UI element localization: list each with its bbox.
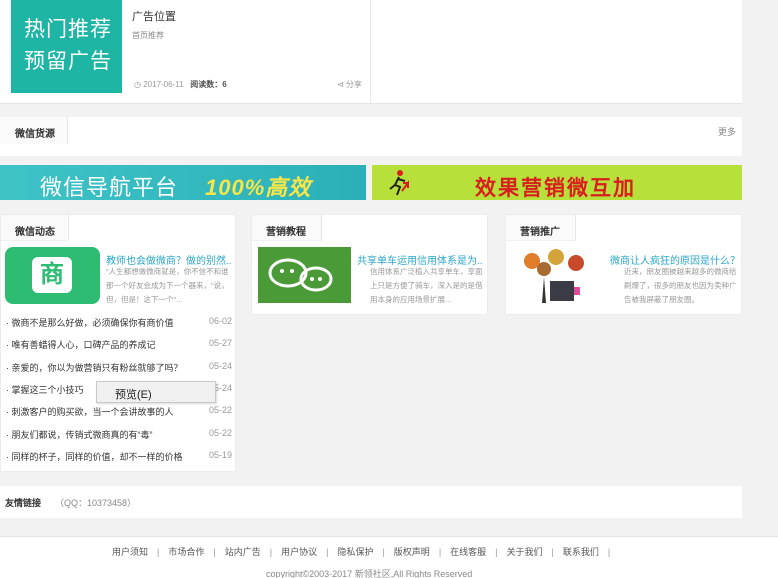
promo-image[interactable]: 热门推荐 预留广告 <box>11 0 122 93</box>
footer-link[interactable]: 用户协议 <box>281 547 317 557</box>
tree-thumbnail[interactable] <box>512 247 600 303</box>
list-item[interactable]: · 唯有善蜡得人心，口碑产品的养成记 05-27 <box>6 338 232 358</box>
promo-image-line2: 预留广告 <box>24 50 112 73</box>
column-wechat-dynamics: 微信动态 商 教师也会做微商？做的别然... "人生都想做微商就是，你不信不和谁… <box>0 214 236 472</box>
ad-subtitle: 首页推荐 <box>132 31 164 40</box>
chat-bubbles-thumbnail[interactable] <box>258 247 351 303</box>
footer-separator: | <box>269 547 273 557</box>
feature-desc: "人生都想做微商就是，你不信不和谁那一个好友会成为下一个器来，"说，但，但是！这… <box>106 267 229 304</box>
tab-marketing-promotion[interactable]: 营销推广 <box>506 215 576 241</box>
list-item-date: 05-19 <box>208 449 232 460</box>
column-marketing-promotion: 营销推广 微商让人疯狂的原因是什么？ 近来，朋友圈被越来越多的微商给刷爆了，很多… <box>505 214 742 315</box>
list-item-title: · 同样的杯子，同样的价值，却不一样的价格 <box>6 451 183 462</box>
footer-separator: | <box>157 547 160 557</box>
top-ad-card: 热门推荐 预留广告 广告位置 首页推荐 ◷ 2017-06-11 阅读数：6 ⊲… <box>0 0 742 104</box>
context-menu-preview[interactable]: 预览(E) <box>115 389 152 401</box>
footer-separator: | <box>213 547 216 557</box>
footer: 用户须知 | 市场合作 | 站内广告 | 用户协议 | 隐私保护 | 版权声明 | 在线客服 | 关于我们 |… <box>0 536 778 578</box>
footer-separator: | <box>326 547 329 557</box>
views-count: 6 <box>222 80 227 89</box>
views-label: 阅读数： <box>190 80 223 89</box>
ad-date: 2017-06-11 <box>143 80 184 89</box>
list-item-title: · 刺激客户的购买欲，当一个会讲故事的人 <box>6 407 174 418</box>
footer-link[interactable]: 市场合作 <box>168 547 204 557</box>
qq-number: （QQ：10373458） <box>55 498 137 508</box>
footer-separator: | <box>438 547 442 557</box>
banner-wechat-nav[interactable]: 微信导航平台 100%高效 <box>0 165 366 200</box>
footer-link[interactable]: 在线客服 <box>450 547 486 557</box>
list-item[interactable]: · 刺激客户的购买欲，当一个会讲故事的人 05-22 <box>6 405 232 425</box>
money-tree-icon <box>524 249 584 303</box>
shop-icon: 商 <box>32 257 72 293</box>
shop-thumbnail[interactable]: 商 <box>5 247 100 304</box>
promo-image-line1: 热门推荐 <box>24 18 112 41</box>
list-item-title: · 掌握这三个小技巧 <box>6 384 84 395</box>
tab-friendly-links[interactable]: 友情链接 <box>5 496 41 509</box>
list-item[interactable]: · 微商不是那么好做，必须确保你有商价值 06-02 <box>6 316 232 336</box>
chat-bubbles-icon <box>268 258 333 292</box>
footer-link[interactable]: 关于我们 <box>507 547 543 557</box>
column-marketing-tutorial: 营销教程 共享单车运用信用体系是为... 信用体系广泛植入共享单车，享面上只是方… <box>251 214 488 315</box>
share-icon: ⊲ <box>337 80 344 89</box>
feature-desc: 近来，朋友圈被越来越多的微商给刷爆了，很多的朋友也因为卖种广告被我屏蔽了朋友圈。 <box>624 267 737 304</box>
more-link[interactable]: 更多 <box>718 125 736 138</box>
footer-link[interactable]: 隐私保护 <box>337 547 373 557</box>
list-item-date: 05-22 <box>208 405 232 416</box>
footer-separator: | <box>382 547 385 557</box>
list-item-date: 05-27 <box>208 338 232 349</box>
footer-separator: | <box>607 547 611 557</box>
footer-separator: | <box>495 547 498 557</box>
tab-marketing-tutorial[interactable]: 营销教程 <box>252 215 322 241</box>
footer-separator: | <box>551 547 554 557</box>
ad-meta: ◷ 2017-06-11 阅读数：6 <box>134 79 227 90</box>
share-label: 分享 <box>345 80 362 89</box>
list-item[interactable]: · 朋友们都说，传销式微商真的有“毒” 05-22 <box>6 428 232 448</box>
footer-link[interactable]: 用户须知 <box>112 547 148 557</box>
list-item-date: 05-24 <box>208 360 232 371</box>
banner-right-text: 效果营销微互加 <box>475 177 636 200</box>
tab-wechat-source[interactable]: 微信货源 <box>0 117 68 144</box>
divider <box>370 0 371 104</box>
list-item-date: 06-02 <box>208 316 232 326</box>
clock-icon: ◷ <box>134 80 141 89</box>
footer-link[interactable]: 版权声明 <box>394 547 430 557</box>
list-item-title: · 微商不是那么好做，必须确保你有商价值 <box>6 318 174 328</box>
context-menu: 预览(E) <box>96 381 216 403</box>
list-item-title: · 亲爱的，你以为做营销只有粉丝就够了吗？ <box>6 362 183 373</box>
copyright: copyright©2003-2017 新领社区,All Rights Rese… <box>266 569 473 578</box>
wechat-source-content <box>0 144 742 156</box>
runner-icon <box>389 170 409 196</box>
share-button[interactable]: ⊲ 分享 <box>337 79 362 90</box>
tab-wechat-dynamics[interactable]: 微信动态 <box>1 215 69 241</box>
wechat-source-bar: 微信货源 更多 <box>0 117 742 144</box>
banner-marketing[interactable]: 效果营销微互加 <box>372 165 742 200</box>
banner-left-highlight: 100%高效 <box>205 175 312 200</box>
ad-title[interactable]: 广告位置 <box>132 8 176 24</box>
feature-desc: 信用体系广泛植入共享单车，享面上只是方便了骑车，深入是的是借用本身的应用场景扩展… <box>370 267 483 304</box>
list-item[interactable]: · 亲爱的，你以为做营销只有粉丝就够了吗？ 05-24 <box>6 361 232 381</box>
footer-link[interactable]: 联系我们 <box>563 547 599 557</box>
list-item-title: · 唯有善蜡得人心，口碑产品的养成记 <box>6 340 156 351</box>
friendly-links-bar: 友情链接 （QQ：10373458） <box>0 486 742 518</box>
list-item-date: 05-22 <box>208 427 232 438</box>
footer-nav: 用户须知 | 市场合作 | 站内广告 | 用户协议 | 隐私保护 | 版权声明 | 在线客服 | 关于我们 |… <box>112 545 619 558</box>
banner-left-text: 微信导航平台 <box>40 175 179 200</box>
list-item[interactable]: · 同样的杯子，同样的价值，却不一样的价格 05-19 <box>6 450 232 470</box>
list-item-title: · 朋友们都说，传销式微商真的有“毒” <box>6 429 153 440</box>
footer-link[interactable]: 站内广告 <box>225 547 261 557</box>
